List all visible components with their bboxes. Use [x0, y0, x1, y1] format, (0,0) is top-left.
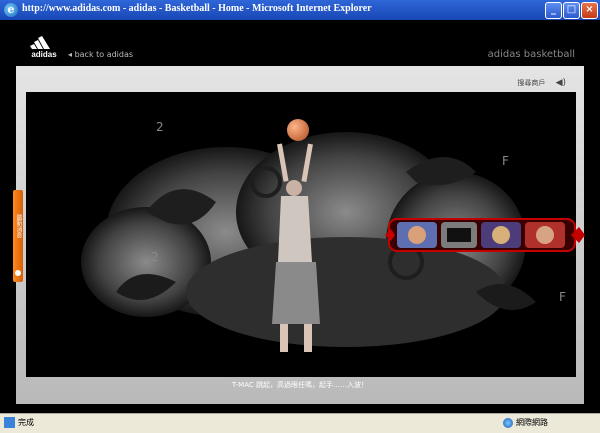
speaker-icon[interactable]: ◀): [556, 78, 566, 88]
statusbar: 完成 網際網路: [0, 413, 600, 433]
security-zone: 網際網路: [503, 417, 548, 428]
page-content: adidas ◂ back to adidas adidas basketbal…: [0, 20, 600, 413]
ie-icon: e: [4, 3, 18, 17]
logo-text: adidas: [31, 50, 57, 58]
store-locator-link[interactable]: 搜尋商戶: [517, 79, 545, 87]
thumbnail-strip: [385, 213, 585, 257]
side-tab-label: 最新消息: [15, 214, 22, 238]
adidas-logo[interactable]: adidas: [26, 36, 62, 62]
window-title: http://www.adidas.com - adidas - Basketb…: [22, 3, 372, 14]
frame-tools: 搜尋商戶 ◀): [517, 78, 566, 88]
window-titlebar: e http://www.adidas.com - adidas - Baske…: [0, 0, 600, 20]
status-text: 完成: [18, 418, 34, 427]
stage-letter: F: [502, 154, 509, 168]
adidas-logo-icon: adidas: [30, 36, 57, 59]
zone-label: 網際網路: [516, 418, 548, 427]
news-side-tab[interactable]: 最新消息: [13, 190, 23, 282]
stage-number: 2: [151, 250, 159, 264]
stage-caption: T-MAC 跳起，高過眼任嗎，起手……入波！: [232, 381, 368, 389]
maximize-button[interactable]: □: [563, 2, 580, 19]
side-tab-dot-icon: [15, 270, 21, 276]
brand-label: adidas basketball: [487, 49, 575, 60]
back-to-adidas-link[interactable]: ◂ back to adidas: [68, 50, 133, 59]
globe-icon: [503, 417, 513, 428]
stage-number: 2: [156, 120, 164, 134]
close-button[interactable]: ×: [581, 2, 598, 19]
stage-letter: F: [559, 290, 566, 304]
back-link-label: back to adidas: [74, 50, 134, 59]
page-icon: [4, 417, 15, 428]
thumbnails-art: [385, 218, 585, 252]
minimize-button[interactable]: _: [545, 2, 562, 19]
